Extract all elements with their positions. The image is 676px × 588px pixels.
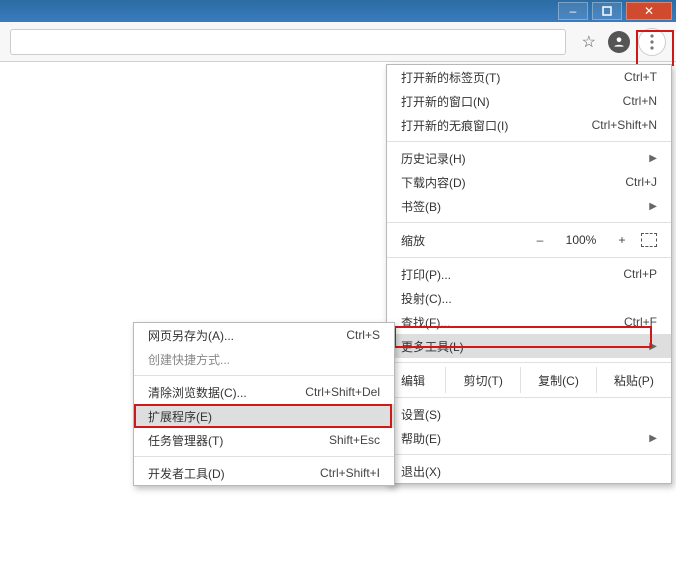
menu-item-settings[interactable]: 设置(S) — [387, 402, 671, 426]
vertical-dots-icon — [650, 34, 654, 50]
menu-item-more-tools[interactable]: 更多工具(L)▶ — [387, 334, 671, 358]
menu-item-print[interactable]: 打印(P)...Ctrl+P — [387, 262, 671, 286]
menu-item-zoom: 缩放 – 100% + — [387, 227, 671, 253]
chevron-right-icon: ▶ — [649, 341, 657, 352]
zoom-label: 缩放 — [401, 232, 521, 249]
submenu-item-create-shortcut: 创建快捷方式... — [134, 347, 394, 371]
menu-item-cast[interactable]: 投射(C)... — [387, 286, 671, 310]
menu-item-new-window[interactable]: 打开新的窗口(N)Ctrl+N — [387, 89, 671, 113]
window-close-button[interactable]: ✕ — [626, 2, 672, 20]
edit-copy-button[interactable]: 复制(C) — [520, 367, 595, 393]
menu-item-new-tab[interactable]: 打开新的标签页(T)Ctrl+T — [387, 65, 671, 89]
menu-item-bookmarks[interactable]: 书签(B)▶ — [387, 194, 671, 218]
window-minimize-button[interactable]: – — [558, 2, 588, 20]
submenu-item-task-manager[interactable]: 任务管理器(T)Shift+Esc — [134, 428, 394, 452]
chevron-right-icon: ▶ — [649, 153, 657, 164]
more-menu-button[interactable] — [638, 28, 666, 56]
menu-item-edit-row: 编辑 剪切(T) 复制(C) 粘贴(P) — [387, 367, 671, 393]
menu-separator — [387, 454, 671, 455]
window-maximize-button[interactable] — [592, 2, 622, 20]
edit-cut-button[interactable]: 剪切(T) — [445, 367, 520, 393]
zoom-out-button[interactable]: – — [531, 233, 549, 247]
fullscreen-button[interactable] — [641, 233, 657, 247]
submenu-item-extensions[interactable]: 扩展程序(E) — [134, 404, 394, 428]
menu-separator — [387, 397, 671, 398]
menu-separator — [387, 362, 671, 363]
more-tools-submenu: 网页另存为(A)...Ctrl+S 创建快捷方式... 清除浏览数据(C)...… — [133, 322, 395, 486]
submenu-item-dev-tools[interactable]: 开发者工具(D)Ctrl+Shift+I — [134, 461, 394, 485]
submenu-item-clear-data[interactable]: 清除浏览数据(C)...Ctrl+Shift+Del — [134, 380, 394, 404]
menu-item-downloads[interactable]: 下载内容(D)Ctrl+J — [387, 170, 671, 194]
menu-separator — [387, 257, 671, 258]
edit-label: 编辑 — [387, 372, 445, 389]
browser-toolbar: ☆ — [0, 22, 676, 62]
menu-item-find[interactable]: 查找(F)...Ctrl+F — [387, 310, 671, 334]
zoom-in-button[interactable]: + — [613, 233, 631, 247]
window-titlebar: – ✕ — [0, 0, 676, 22]
menu-separator — [134, 375, 394, 376]
menu-separator — [134, 456, 394, 457]
chevron-right-icon: ▶ — [649, 201, 657, 212]
menu-separator — [387, 141, 671, 142]
submenu-item-save-as[interactable]: 网页另存为(A)...Ctrl+S — [134, 323, 394, 347]
bookmark-star-icon[interactable]: ☆ — [582, 32, 596, 52]
menu-item-incognito[interactable]: 打开新的无痕窗口(I)Ctrl+Shift+N — [387, 113, 671, 137]
menu-separator — [387, 222, 671, 223]
maximize-icon — [602, 6, 612, 16]
menu-item-exit[interactable]: 退出(X) — [387, 459, 671, 483]
address-bar[interactable] — [10, 29, 566, 55]
chrome-main-menu: 打开新的标签页(T)Ctrl+T 打开新的窗口(N)Ctrl+N 打开新的无痕窗… — [386, 64, 672, 484]
menu-item-help[interactable]: 帮助(E)▶ — [387, 426, 671, 450]
menu-item-history[interactable]: 历史记录(H)▶ — [387, 146, 671, 170]
person-icon — [612, 35, 626, 49]
edit-paste-button[interactable]: 粘贴(P) — [596, 367, 671, 393]
zoom-value: 100% — [559, 233, 603, 247]
profile-avatar-button[interactable] — [608, 31, 630, 53]
chevron-right-icon: ▶ — [649, 433, 657, 444]
